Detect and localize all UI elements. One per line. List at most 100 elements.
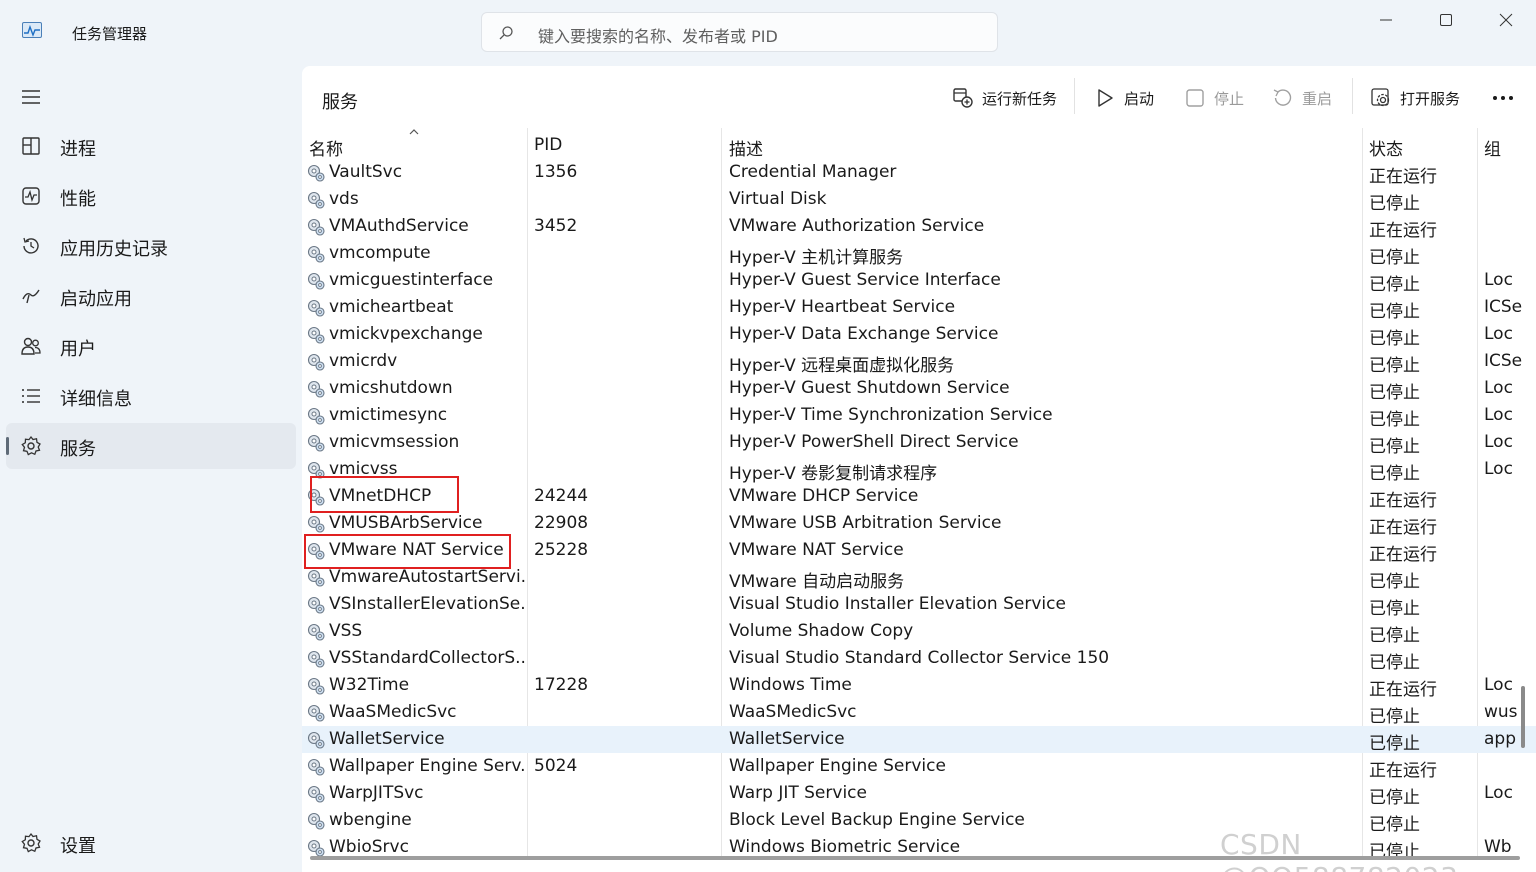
sidebar-item-details[interactable]: 详细信息	[6, 373, 296, 419]
service-gear-icon	[306, 433, 326, 453]
sidebar-item-services[interactable]: 服务	[6, 423, 296, 469]
hamburger-menu-icon[interactable]	[20, 88, 42, 106]
services-panel: 服务 运行新任务 启动 停止 重启 打开服务 名称 PID 描述 状态 组 Va…	[302, 66, 1536, 872]
service-description-cell: Hyper-V Time Synchronization Service	[729, 405, 1053, 425]
table-row[interactable]: VSS Volume Shadow Copy 已停止	[302, 618, 1536, 646]
table-row[interactable]: WarpJITSvc Warp JIT Service 已停止 Loc	[302, 780, 1536, 808]
sidebar-item-startup-apps[interactable]: 启动应用	[6, 273, 296, 319]
table-row[interactable]: vmicshutdown Hyper-V Guest Shutdown Servi…	[302, 375, 1536, 403]
table-row[interactable]: Wallpaper Engine Serv... 5024 Wallpaper En…	[302, 753, 1536, 781]
service-gear-icon	[306, 379, 326, 399]
service-description-cell: Volume Shadow Copy	[729, 621, 914, 641]
service-status-cell: 正在运行	[1369, 518, 1437, 538]
service-description-cell: Hyper-V Guest Shutdown Service	[729, 378, 1010, 398]
table-row[interactable]: VMnetDHCP 24244 VMware DHCP Service 正在运行	[302, 483, 1536, 511]
sidebar-item-performance[interactable]: 性能	[6, 173, 296, 219]
table-row[interactable]: vmickvpexchange Hyper-V Data Exchange Ser…	[302, 321, 1536, 349]
service-group-cell: Loc	[1484, 270, 1513, 290]
table-row[interactable]: W32Time 17228 Windows Time 正在运行 Loc	[302, 672, 1536, 700]
search-box[interactable]: 键入要搜索的名称、发布者或 PID	[481, 12, 998, 52]
service-name-cell: wbengine	[329, 810, 412, 830]
service-description-cell: Virtual Disk	[729, 189, 827, 209]
title-bar: 任务管理器 键入要搜索的名称、发布者或 PID	[0, 0, 1536, 64]
service-pid-cell: 17228	[534, 675, 589, 695]
table-row[interactable]: VMUSBArbService 22908 VMware USB Arbitrati…	[302, 510, 1536, 538]
service-name-cell: VSStandardCollectorS...	[329, 648, 525, 668]
table-row[interactable]: WaaSMedicSvc WaaSMedicSvc 已停止 wus	[302, 699, 1536, 727]
table-row[interactable]: vmictimesync Hyper-V Time Synchronization…	[302, 402, 1536, 430]
open-services-label: 打开服务	[1400, 90, 1461, 108]
sidebar-item-settings[interactable]: 设置	[6, 820, 296, 866]
service-gear-icon	[306, 838, 326, 858]
column-header-pid[interactable]: PID	[534, 135, 562, 155]
column-header-name[interactable]: 名称	[309, 135, 343, 160]
table-row[interactable]: VSInstallerElevationSe... Visual Studio I…	[302, 591, 1536, 619]
more-dot	[1501, 96, 1505, 100]
table-row[interactable]: vmcompute Hyper-V 主机计算服务 已停止	[302, 240, 1536, 268]
open-services-icon	[1371, 88, 1390, 107]
table-row[interactable]: vmicguestinterface Hyper-V Guest Service …	[302, 267, 1536, 295]
gear-icon	[21, 832, 41, 853]
sidebar: 进程 性能 应用历史记录 启动应用 用户 详细信息 服务 设置	[0, 64, 302, 872]
service-gear-icon	[306, 676, 326, 696]
table-row[interactable]: vds Virtual Disk 已停止	[302, 186, 1536, 214]
service-group-cell: Loc	[1484, 783, 1513, 803]
table-row[interactable]: VSStandardCollectorS... Visual Studio Sta…	[302, 645, 1536, 673]
service-status-cell: 已停止	[1369, 410, 1420, 430]
sidebar-item-users[interactable]: 用户	[6, 323, 296, 369]
service-name-cell: VMAuthdService	[329, 216, 469, 236]
service-description-cell: Hyper-V Heartbeat Service	[729, 297, 956, 317]
service-status-cell: 已停止	[1369, 653, 1420, 673]
table-row[interactable]: vmicheartbeat Hyper-V Heartbeat Service 已停…	[302, 294, 1536, 322]
vertical-scrollbar[interactable]	[1521, 686, 1525, 748]
service-name-cell: vds	[329, 189, 359, 209]
service-status-cell: 已停止	[1369, 707, 1420, 727]
service-name-cell: vmickvpexchange	[329, 324, 483, 344]
highlight-box-vmnetdhcp	[310, 476, 459, 513]
table-row[interactable]: vmicvmsession Hyper-V PowerShell Direct S…	[302, 429, 1536, 457]
service-status-cell: 已停止	[1369, 599, 1420, 619]
table-row[interactable]: vmicrdv Hyper-V 远程桌面虚拟化服务 已停止 ICSe	[302, 348, 1536, 376]
maximize-icon	[1440, 14, 1452, 26]
service-gear-icon	[306, 271, 326, 291]
service-status-cell: 已停止	[1369, 329, 1420, 349]
service-status-cell: 正在运行	[1369, 545, 1437, 565]
table-row[interactable]: VMAuthdService 3452 VMware Authorization S…	[302, 213, 1536, 241]
column-header-status[interactable]: 状态	[1369, 135, 1403, 160]
table-row[interactable]: WalletService WalletService 已停止 app	[302, 726, 1536, 754]
column-header-group[interactable]: 组	[1484, 135, 1501, 160]
service-description-cell: Visual Studio Installer Elevation Servic…	[729, 594, 1066, 614]
performance-icon	[22, 187, 40, 205]
service-name-cell: WalletService	[329, 729, 445, 749]
service-description-cell: VMware 自动启动服务	[729, 572, 905, 592]
service-status-cell: 已停止	[1369, 464, 1420, 484]
service-name-cell: vmicshutdown	[329, 378, 453, 398]
sidebar-item-label: 性能	[60, 189, 96, 210]
table-row[interactable]: VaultSvc 1356 Credential Manager 正在运行	[302, 159, 1536, 187]
service-group-cell: app	[1484, 729, 1516, 749]
service-status-cell: 已停止	[1369, 248, 1420, 268]
search-input[interactable]: 键入要搜索的名称、发布者或 PID	[538, 23, 778, 47]
service-gear-icon	[306, 244, 326, 264]
sidebar-item-processes[interactable]: 进程	[6, 123, 296, 169]
minimize-button[interactable]	[1366, 8, 1406, 32]
service-description-cell: Wallpaper Engine Service	[729, 756, 946, 776]
sidebar-item-app-history[interactable]: 应用历史记录	[6, 223, 296, 269]
service-gear-icon	[306, 811, 326, 831]
more-options-button[interactable]	[1492, 86, 1516, 110]
service-group-cell: Loc	[1484, 324, 1513, 344]
column-header-description[interactable]: 描述	[729, 135, 763, 160]
service-group-cell: Loc	[1484, 432, 1513, 452]
service-name-cell: vmicheartbeat	[329, 297, 454, 317]
table-row[interactable]: vmicvss Hyper-V 卷影复制请求程序 已停止 Loc	[302, 456, 1536, 484]
run-new-task-icon	[953, 88, 973, 108]
maximize-button[interactable]	[1426, 8, 1466, 32]
service-group-cell: Loc	[1484, 459, 1513, 479]
service-name-cell: WarpJITSvc	[329, 783, 424, 803]
service-pid-cell: 5024	[534, 756, 578, 776]
service-name-cell: Wallpaper Engine Serv...	[329, 756, 525, 776]
service-status-cell: 已停止	[1369, 383, 1420, 403]
service-gear-icon	[306, 406, 326, 426]
task-manager-icon	[22, 22, 42, 38]
close-button[interactable]	[1486, 8, 1526, 32]
